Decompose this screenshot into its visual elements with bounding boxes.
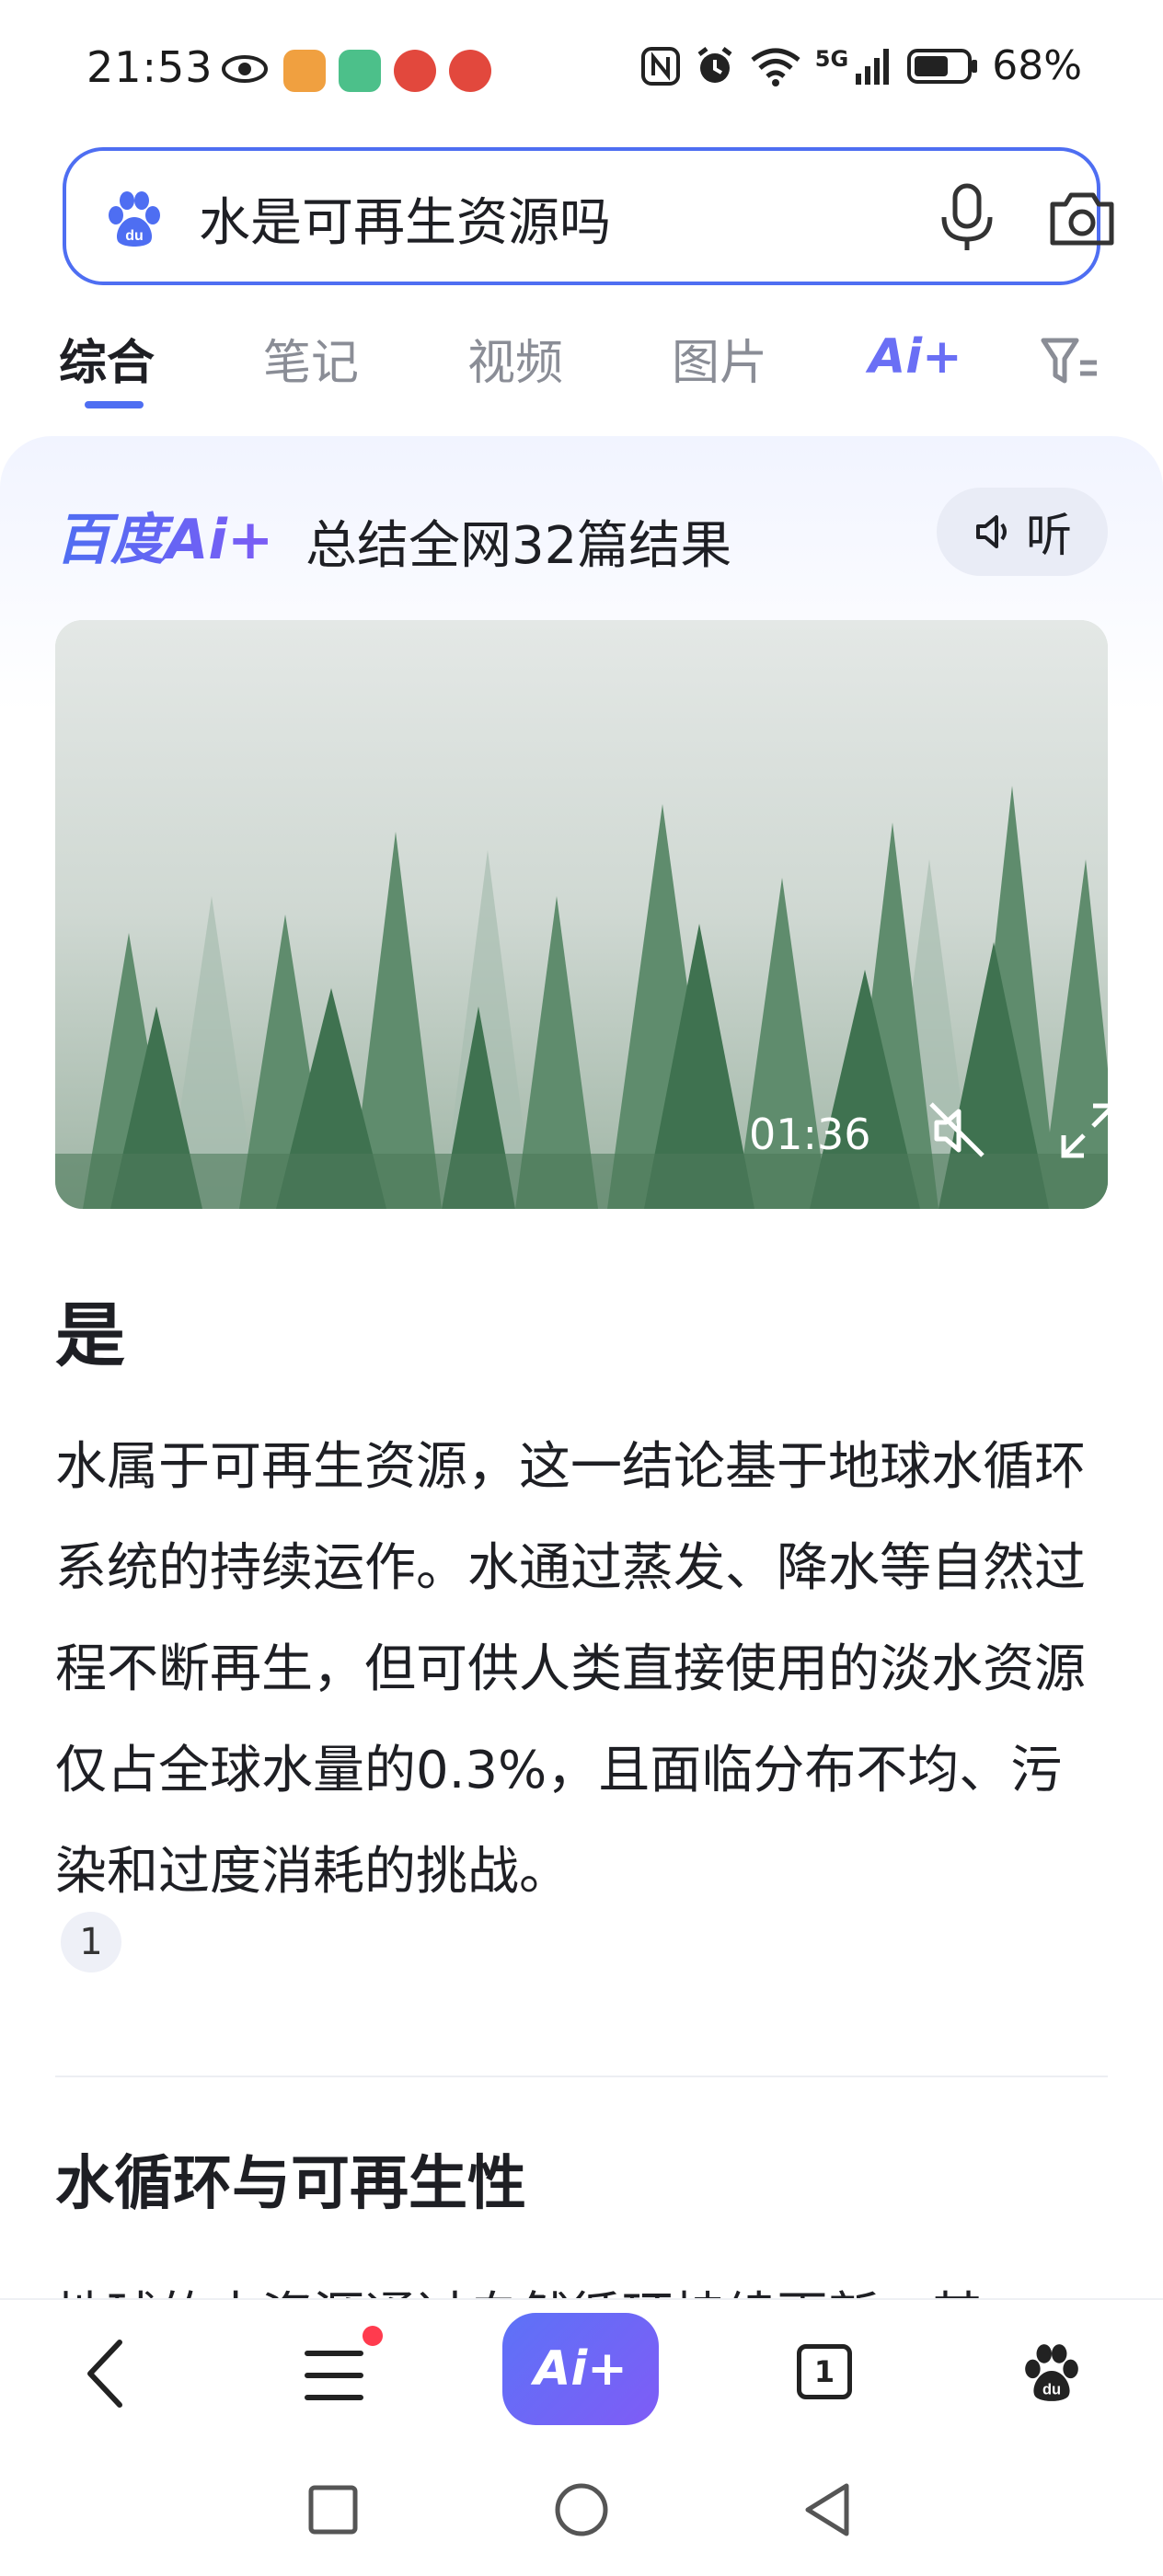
- camera-icon[interactable]: [1047, 186, 1117, 250]
- network-type: 5G: [814, 46, 849, 72]
- battery-percent: 68%: [992, 42, 1082, 89]
- svg-text:du: du: [1042, 2382, 1061, 2398]
- ai-brand-logo: 百度Ai+: [55, 502, 273, 572]
- speaker-icon: [976, 515, 1007, 548]
- status-bar: 21:53 5G 68%: [0, 0, 1163, 138]
- eye-icon: [222, 55, 268, 83]
- baidu-paw-icon: du: [109, 191, 160, 247]
- search-tabs: 综合 笔记 视频 图片 Ai+: [0, 316, 1163, 418]
- back-icon[interactable]: [83, 2337, 129, 2410]
- video-player[interactable]: 01:36: [55, 620, 1108, 1209]
- nfc-icon: [640, 46, 680, 86]
- tab-notes[interactable]: 笔记: [263, 324, 359, 393]
- mic-icon[interactable]: [937, 182, 997, 254]
- ai-answer-card: 百度Ai+ 总结全网32篇结果 听 01:36 是 水属于可再生资源，这一结论基…: [0, 436, 1163, 2313]
- mute-icon[interactable]: [926, 1098, 990, 1163]
- search-bar[interactable]: du: [63, 147, 1114, 285]
- summary-title: 总结全网32篇结果: [305, 516, 732, 576]
- battery-icon: [907, 48, 978, 84]
- search-input[interactable]: [199, 186, 898, 250]
- answer-body: 水属于可再生资源，这一结论基于地球水循环系统的持续运作。水通过蒸发、降水等自然过…: [55, 1437, 1086, 1902]
- signal-icon: [856, 48, 890, 85]
- home-circle-icon[interactable]: [554, 2482, 609, 2537]
- alarm-icon: [697, 46, 732, 83]
- section-body-partial: 地球的水资源通过自然循环持续更新，其: [55, 2271, 1113, 2302]
- section-divider: [55, 2076, 1108, 2077]
- tabs-icon[interactable]: 1: [797, 2344, 852, 2399]
- baidu-home-icon[interactable]: du: [1019, 2340, 1084, 2405]
- tab-all[interactable]: 综合: [59, 324, 155, 393]
- notification-app-icon: [339, 50, 381, 92]
- listen-label: 听: [1026, 509, 1072, 562]
- svg-text:du: du: [125, 228, 144, 244]
- status-time: 21:53: [86, 42, 213, 92]
- ai-assistant-button[interactable]: Ai+: [502, 2313, 659, 2425]
- active-tab-indicator: [85, 401, 144, 408]
- system-navigation-bar: [0, 2445, 1163, 2576]
- menu-icon[interactable]: [304, 2348, 364, 2403]
- listen-button[interactable]: 听: [937, 488, 1108, 576]
- status-right-group: 5G 68%: [640, 42, 1082, 89]
- fullscreen-icon[interactable]: [1056, 1100, 1108, 1161]
- wifi-icon: [751, 48, 800, 86]
- notification-app-icon: [283, 50, 326, 92]
- tab-ai[interactable]: Ai+: [869, 329, 962, 385]
- notification-app-icon: [394, 50, 436, 92]
- video-duration: 01:36: [749, 1110, 871, 1159]
- notification-app-icon: [449, 50, 491, 92]
- citation-badge[interactable]: 1: [61, 1912, 121, 1972]
- nav-back-icon[interactable]: [802, 2482, 852, 2537]
- filter-icon[interactable]: [1040, 335, 1099, 390]
- section-heading: 水循环与可再生性: [55, 2150, 526, 2218]
- answer-headline: 是: [55, 1294, 125, 1376]
- notification-dot: [363, 2326, 383, 2346]
- recent-apps-icon[interactable]: [307, 2484, 359, 2536]
- tab-videos[interactable]: 视频: [467, 324, 563, 393]
- bottom-toolbar: Ai+ 1 du: [0, 2298, 1163, 2445]
- tab-images[interactable]: 图片: [672, 324, 767, 393]
